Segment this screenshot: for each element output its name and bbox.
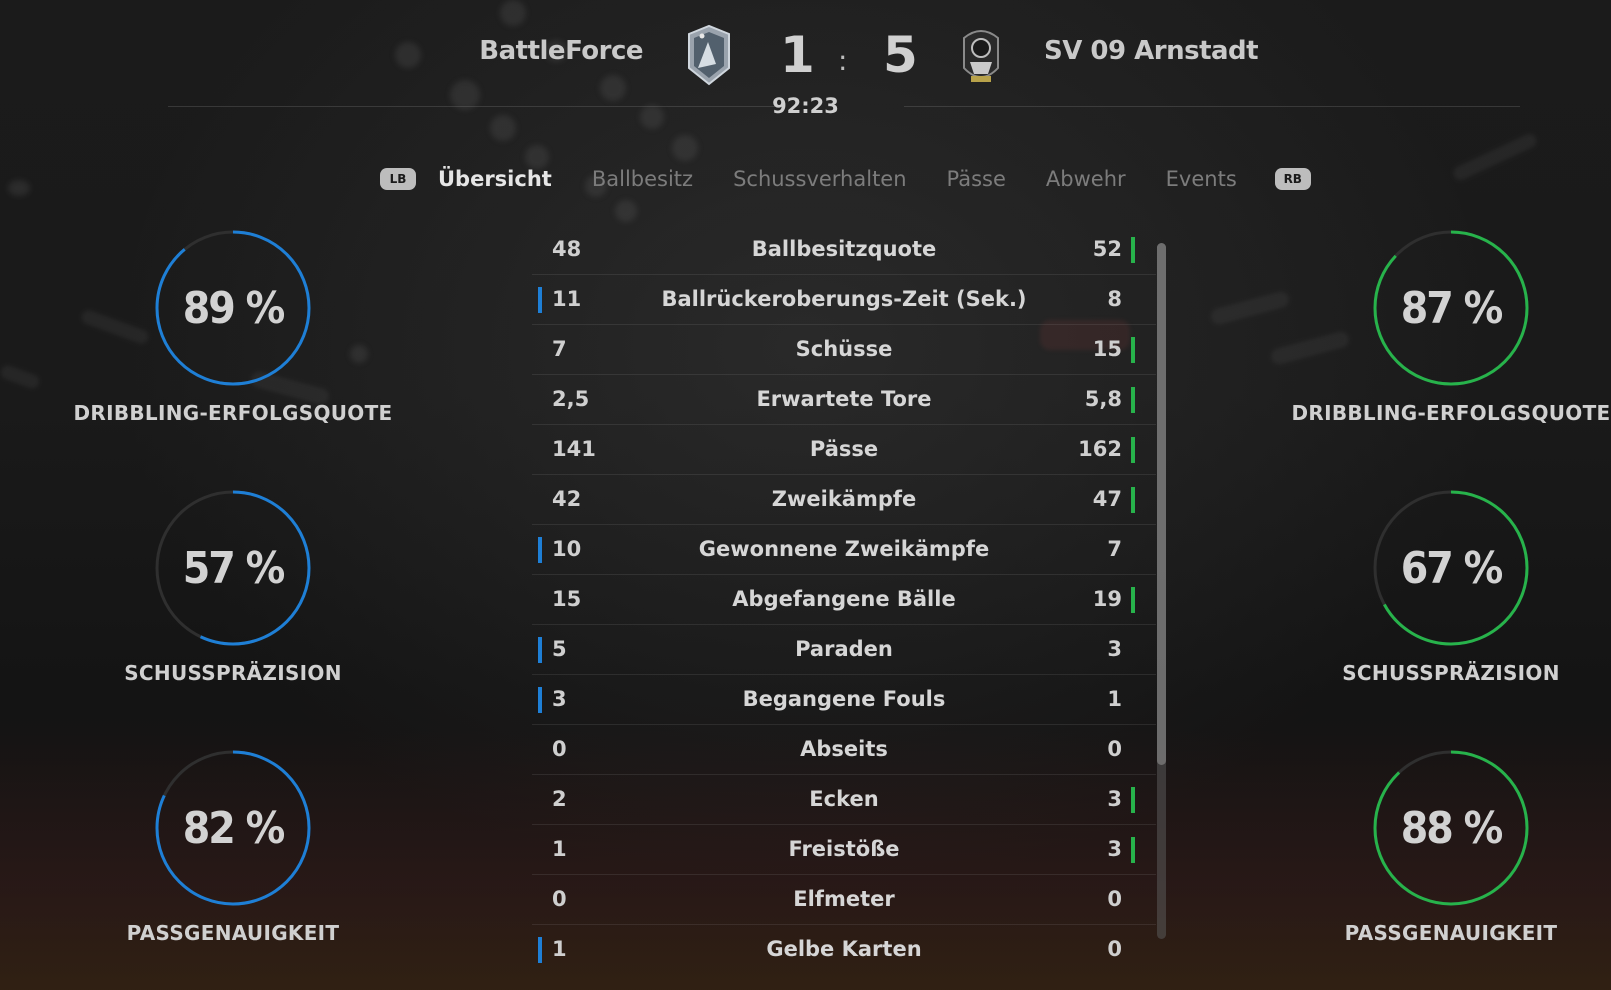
ring-gauge: 82 % [154,749,312,907]
stat-name: Ballrückeroberungs-Zeit (Sek.) [661,287,1027,311]
stat-row: 15 Abgefangene Bälle 19 [532,575,1156,625]
stat-name: Abseits [800,737,888,761]
home-team-name: BattleForce [479,36,643,66]
stat-name: Abgefangene Bälle [732,587,956,611]
stat-name: Gelbe Karten [766,937,922,961]
away-team-name: SV 09 Arnstadt [1044,36,1259,66]
ring-label: DRIBBLING-ERFOLGSQUOTE [1291,401,1611,425]
away-stat-value: 1 [1107,687,1122,711]
ring-value: 88 % [1400,802,1504,854]
stat-name: Ballbesitzquote [751,237,937,261]
ring-gauge: 89 % [154,229,312,387]
away-stat-value: 0 [1107,737,1122,761]
away-stat-value: 15 [1092,337,1122,361]
score-separator: : [838,44,848,77]
ring-label: SCHUSSPRÄZISION [1342,661,1560,685]
tab-paesse[interactable]: Pässe [947,167,1006,191]
match-clock: 92:23 [772,94,839,118]
stat-row: 0 Abseits 0 [532,725,1156,775]
stat-name: Freistöße [788,837,900,861]
home-ring-dribbling: 89 % DRIBBLING-ERFOLGSQUOTE [68,229,398,425]
ring-gauge: 88 % [1372,749,1530,907]
stat-row: 3 Begangene Fouls 1 [532,675,1156,725]
home-score: 1 [780,26,815,84]
stat-row: 5 Paraden 3 [532,625,1156,675]
away-stat-value: 162 [1078,437,1122,461]
away-stat-value: 3 [1107,837,1122,861]
stat-row: 0 Elfmeter 0 [532,875,1156,925]
away-stat-value: 47 [1092,487,1122,511]
home-ring-passgenauigkeit: 82 % PASSGENAUIGKEIT [68,749,398,945]
stat-name: Pässe [809,437,879,461]
stat-row: 10 Gewonnene Zweikämpfe 7 [532,525,1156,575]
stat-row: 1 Freistöße 3 [532,825,1156,875]
stat-name: Gewonnene Zweikämpfe [698,537,990,561]
away-score: 5 [883,26,918,84]
stat-name: Zweikämpfe [771,487,917,511]
away-stat-value: 19 [1092,587,1122,611]
stat-row: 2,5 Erwartete Tore 5,8 [532,375,1156,425]
away-team-crest-icon [958,24,1004,90]
away-ring-schusspraezision: 67 % SCHUSSPRÄZISION [1286,489,1611,685]
ring-label: PASSGENAUIGKEIT [1344,921,1558,945]
ring-value: 57 % [182,542,286,594]
ring-label: DRIBBLING-ERFOLGSQUOTE [73,401,393,425]
ring-gauge: 67 % [1372,489,1530,647]
ring-value: 67 % [1400,542,1504,594]
stat-name: Begangene Fouls [742,687,946,711]
stat-row: 42 Zweikämpfe 47 [532,475,1156,525]
stat-row: 7 Schüsse 15 [532,325,1156,375]
tab-ballbesitz[interactable]: Ballbesitz [592,167,693,191]
home-team-crest-icon [686,24,732,90]
tab-abwehr[interactable]: Abwehr [1046,167,1126,191]
scrollbar-thumb[interactable] [1157,243,1166,765]
match-header: BattleForce 1 : 5 SV 09 Arnstadt 92:23 [0,0,1611,130]
home-ring-schusspraezision: 57 % SCHUSSPRÄZISION [68,489,398,685]
tab-uebersicht[interactable]: Übersicht [438,167,552,191]
away-stat-value: 3 [1107,637,1122,661]
ring-value: 89 % [182,282,286,334]
rb-bumper-icon[interactable]: RB [1274,168,1311,190]
ring-value: 82 % [182,802,286,854]
stat-row: 2 Ecken 3 [532,775,1156,825]
stat-name: Erwartete Tore [756,387,932,411]
stat-name: Elfmeter [793,887,895,911]
away-stat-value: 0 [1107,887,1122,911]
away-stat-value: 3 [1107,787,1122,811]
away-ring-dribbling: 87 % DRIBBLING-ERFOLGSQUOTE [1286,229,1611,425]
away-stat-value: 5,8 [1084,387,1122,411]
ring-label: SCHUSSPRÄZISION [124,661,342,685]
stat-row: 141 Pässe 162 [532,425,1156,475]
stat-name: Schüsse [795,337,893,361]
ring-gauge: 57 % [154,489,312,647]
ring-value: 87 % [1400,282,1504,334]
lb-bumper-icon[interactable]: LB [380,168,416,190]
stats-tab-bar: LB Übersicht Ballbesitz Schussverhalten … [380,162,1311,196]
away-stat-value: 0 [1107,937,1122,961]
ring-gauge: 87 % [1372,229,1530,387]
stat-row: 48 Ballbesitzquote 52 [532,225,1156,275]
away-stat-value: 8 [1107,287,1122,311]
stats-scrollbar[interactable] [1157,243,1166,939]
tab-schussverhalten[interactable]: Schussverhalten [733,167,906,191]
stat-name: Paraden [795,637,893,661]
away-stat-value: 52 [1092,237,1122,261]
stat-row: 11 Ballrückeroberungs-Zeit (Sek.) 8 [532,275,1156,325]
stat-name: Ecken [809,787,879,811]
stat-row: 1 Gelbe Karten 0 [532,925,1156,974]
away-ring-passgenauigkeit: 88 % PASSGENAUIGKEIT [1286,749,1611,945]
stats-table: 48 Ballbesitzquote 52 11 Ballrückeroberungs… [532,225,1156,974]
tab-events[interactable]: Events [1166,167,1237,191]
ring-label: PASSGENAUIGKEIT [126,921,340,945]
away-stat-value: 7 [1107,537,1122,561]
